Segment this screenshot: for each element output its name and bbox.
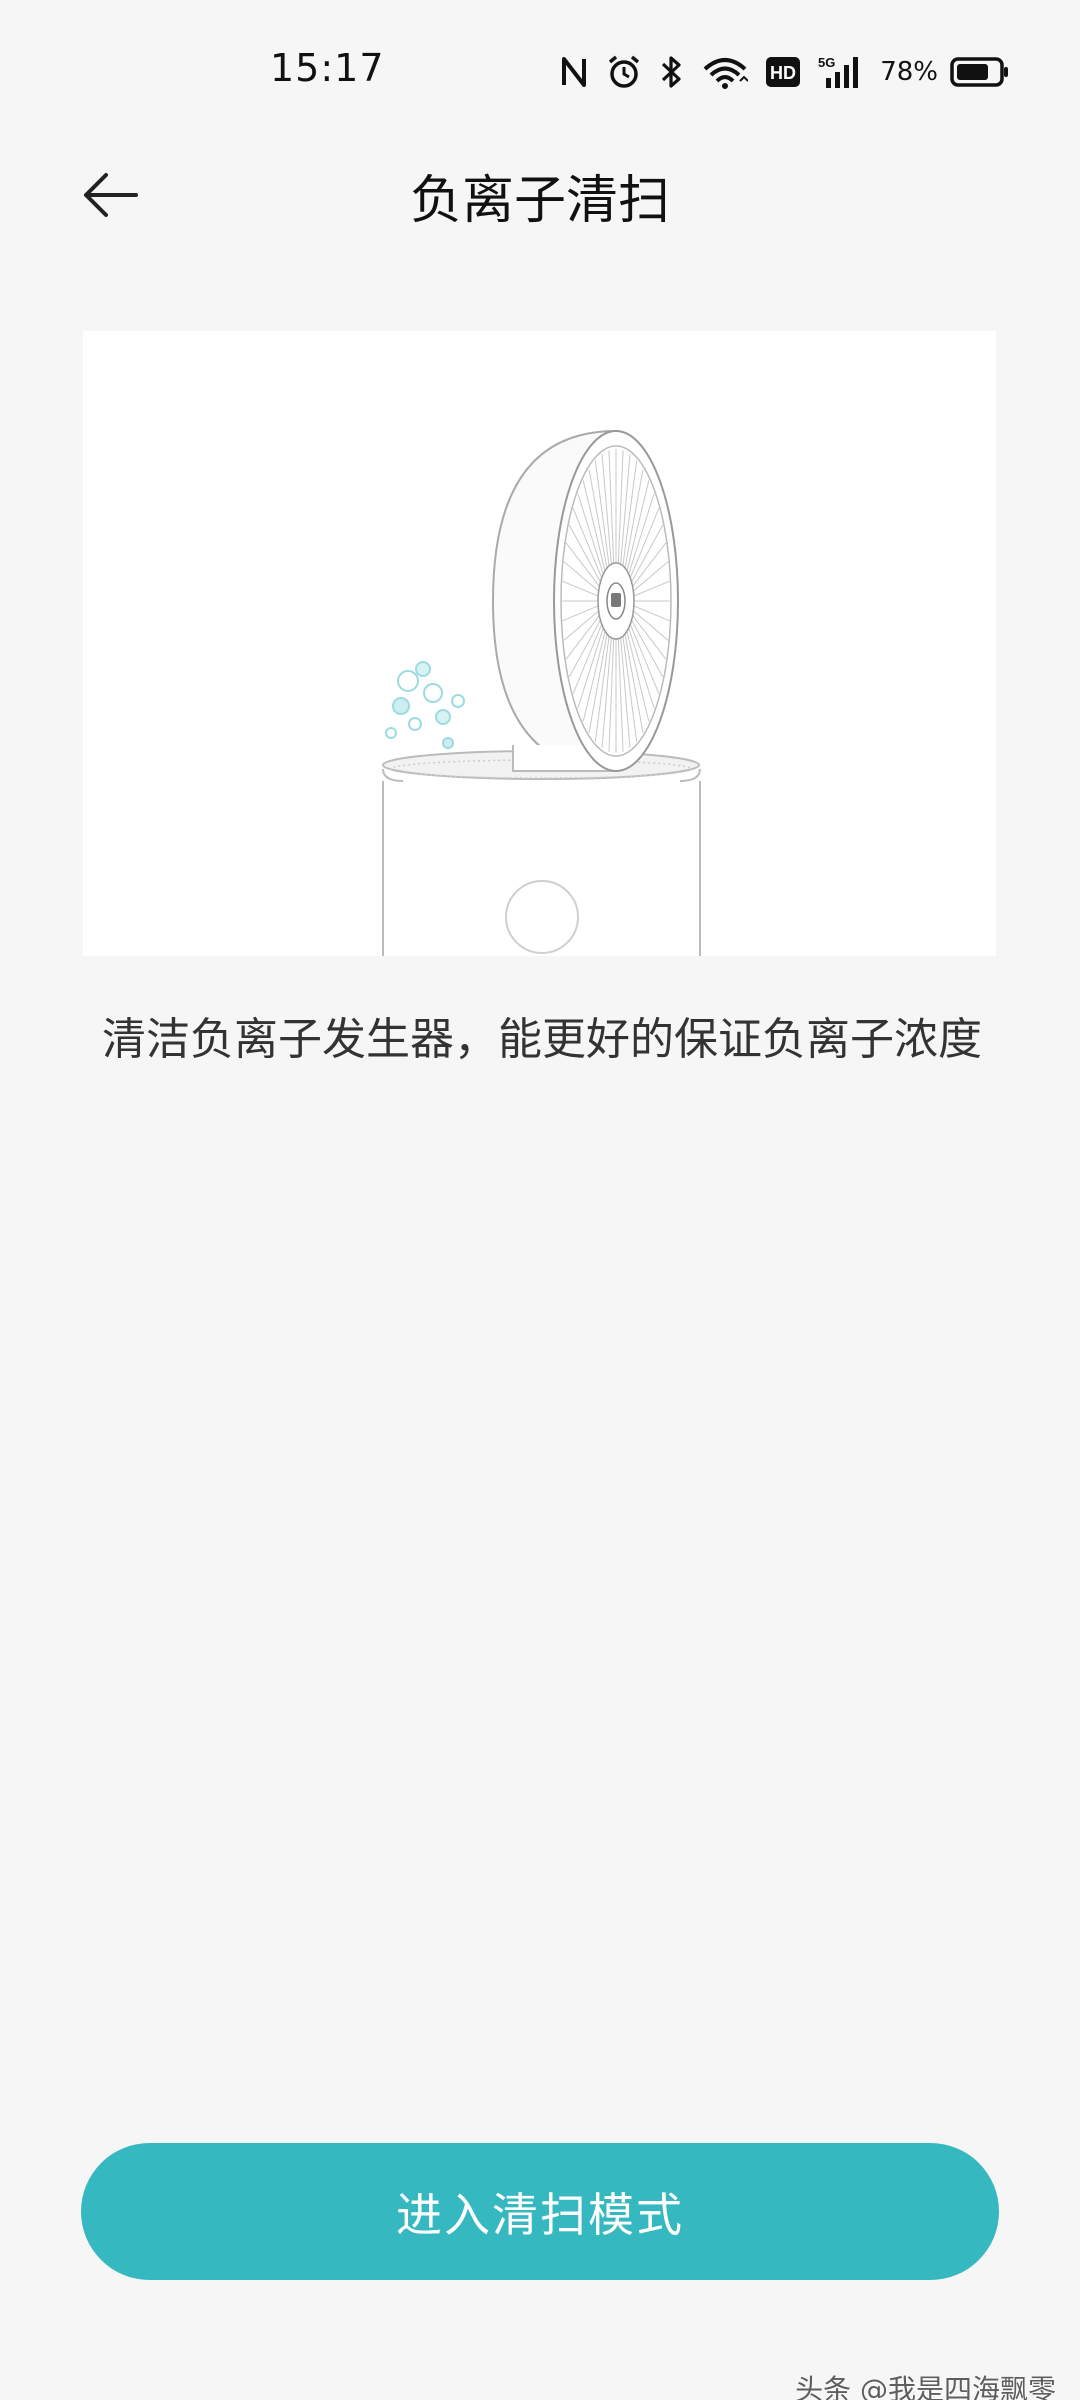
hd-icon: HD [766,57,801,87]
battery-percent: 78% [880,57,938,87]
status-bar: 15:17 HD 5G 78% [0,0,1080,140]
bluetooth-icon [660,54,684,90]
alarm-icon [606,54,642,90]
watermark: 头条 @我是四海飘零 [795,2373,1056,2400]
page-title: 负离子清扫 [409,171,670,231]
fan-purifier-illustration [83,331,996,956]
screen: 15:17 HD 5G 78% 负离子清扫 清洁负离子发生器，能更好的保证负离子… [0,0,1080,2400]
signal-icon: 5G [818,54,862,90]
title-bar: 负离子清扫 [0,140,1080,250]
hd-label: HD [770,63,796,83]
battery-icon [950,57,1010,87]
network-label: 5G [818,55,835,70]
wifi-icon [702,55,749,89]
nfc-icon [560,55,588,89]
status-icons: HD 5G 78% [560,50,1010,94]
description-text: 清洁负离子发生器，能更好的保证负离子浓度 [102,1014,982,1065]
status-time: 15:17 [270,46,385,90]
enter-cleaning-mode-button[interactable]: 进入清扫模式 [81,2143,999,2280]
